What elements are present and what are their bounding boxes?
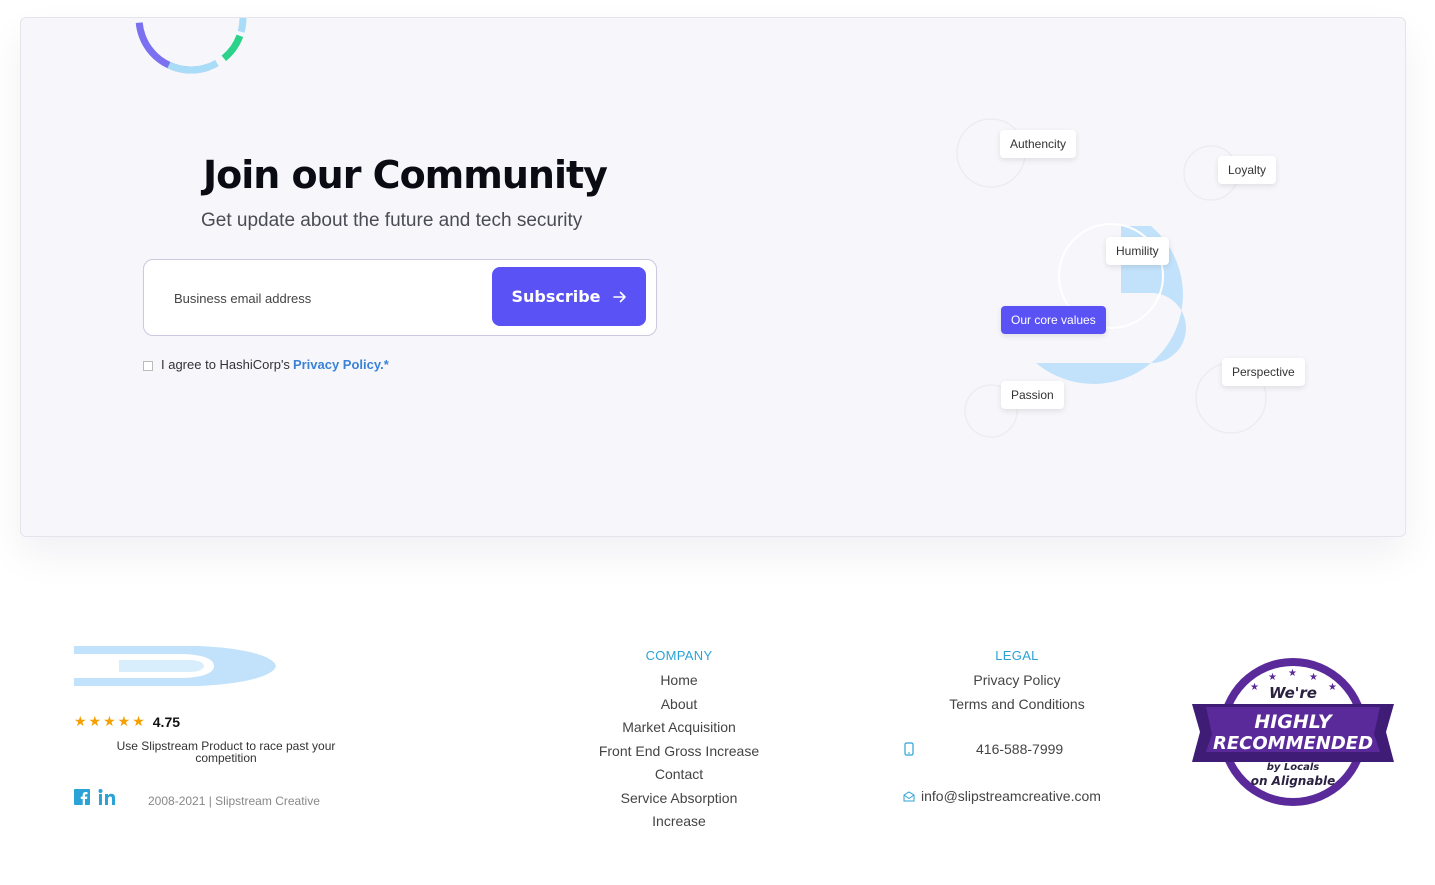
footer-link-front-end-gross-increase[interactable]: Front End Gross Increase <box>570 740 788 764</box>
badge-line2: HIGHLY <box>1254 711 1334 733</box>
svg-text:★: ★ <box>1268 672 1277 683</box>
facebook-icon[interactable] <box>74 789 90 805</box>
phone-icon <box>904 742 914 756</box>
mail-icon <box>903 790 915 801</box>
footer-link-terms[interactable]: Terms and Conditions <box>912 693 1122 717</box>
footer-link-privacy-policy[interactable]: Privacy Policy <box>912 669 1122 693</box>
svg-text:★: ★ <box>1309 672 1318 683</box>
footer-link-increase[interactable]: Increase <box>570 810 788 834</box>
copyright: 2008-2021 | Slipstream Creative <box>148 794 320 808</box>
value-tag-loyalty: Loyalty <box>1218 156 1277 184</box>
newsletter-card: Join our Community Get update about the … <box>20 17 1406 537</box>
footer-link-home[interactable]: Home <box>570 669 788 693</box>
contact-phone: 416-588-7999 <box>904 741 1063 757</box>
linkedin-icon[interactable] <box>98 789 118 805</box>
svg-text:★: ★ <box>1288 668 1297 679</box>
agree-text: I agree to HashiCorp's <box>161 357 290 372</box>
subscribe-form: Subscribe <box>143 259 657 336</box>
badge-line5: on Alignable <box>1251 774 1336 788</box>
footer-link-about[interactable]: About <box>570 693 788 717</box>
agree-checkbox[interactable] <box>143 360 153 371</box>
email-field[interactable] <box>172 282 476 314</box>
value-tag-perspective: Perspective <box>1222 358 1305 386</box>
core-values-illustration: Authencity Loyalty Humility Our core val… <box>921 98 1341 458</box>
badge-line3: RECOMMENDED <box>1213 733 1373 754</box>
subscribe-label: Subscribe <box>511 287 601 306</box>
badge-line4: by Locals <box>1267 762 1320 773</box>
rating: ★★★★★ 4.75 <box>74 713 180 730</box>
legal-links: LEGAL Privacy Policy Terms and Condition… <box>912 648 1122 716</box>
core-values-graphic <box>956 118 1267 438</box>
contact-email: info@slipstreamcreative.com <box>903 788 1101 804</box>
svg-text:★: ★ <box>1250 682 1259 693</box>
svg-text:★: ★ <box>1328 682 1337 693</box>
value-tag-humility: Humility <box>1106 237 1169 265</box>
footer-link-contact[interactable]: Contact <box>570 763 788 787</box>
subscribe-button[interactable]: Subscribe <box>492 267 646 326</box>
badge-line1: We're <box>1269 684 1317 702</box>
email-address[interactable]: info@slipstreamcreative.com <box>921 788 1101 804</box>
arrow-right-icon <box>612 291 626 302</box>
decorative-ring <box>135 18 247 74</box>
social-links <box>74 789 118 805</box>
value-tag-core-values: Our core values <box>1001 306 1106 334</box>
star-rating-icon: ★★★★★ <box>74 713 147 729</box>
community-subtitle: Get update about the future and tech sec… <box>201 210 583 231</box>
rating-value: 4.75 <box>152 713 181 730</box>
privacy-policy-link[interactable]: Privacy Policy.* <box>293 357 389 372</box>
footer-link-service-absorption[interactable]: Service Absorption <box>570 787 788 811</box>
company-heading: COMPANY <box>645 648 713 663</box>
community-title: Join our Community <box>203 153 608 197</box>
footer-link-market-acquisition[interactable]: Market Acquisition <box>570 716 788 740</box>
value-tag-authencity: Authencity <box>1000 130 1077 158</box>
alignable-badge: ★ ★ ★ ★ ★ We're HIGHLY RECOMMENDED by Lo… <box>1192 658 1394 806</box>
legal-heading: LEGAL <box>995 648 1039 663</box>
value-tag-passion: Passion <box>1001 381 1064 409</box>
privacy-agreement: I agree to HashiCorp's Privacy Policy.* <box>143 357 389 372</box>
phone-number[interactable]: 416-588-7999 <box>976 741 1063 757</box>
slipstream-logo <box>74 646 276 686</box>
company-links: COMPANY Home About Market Acquisition Fr… <box>570 648 788 834</box>
footer-tagline: Use Slipstream Product to race past your… <box>116 739 336 765</box>
